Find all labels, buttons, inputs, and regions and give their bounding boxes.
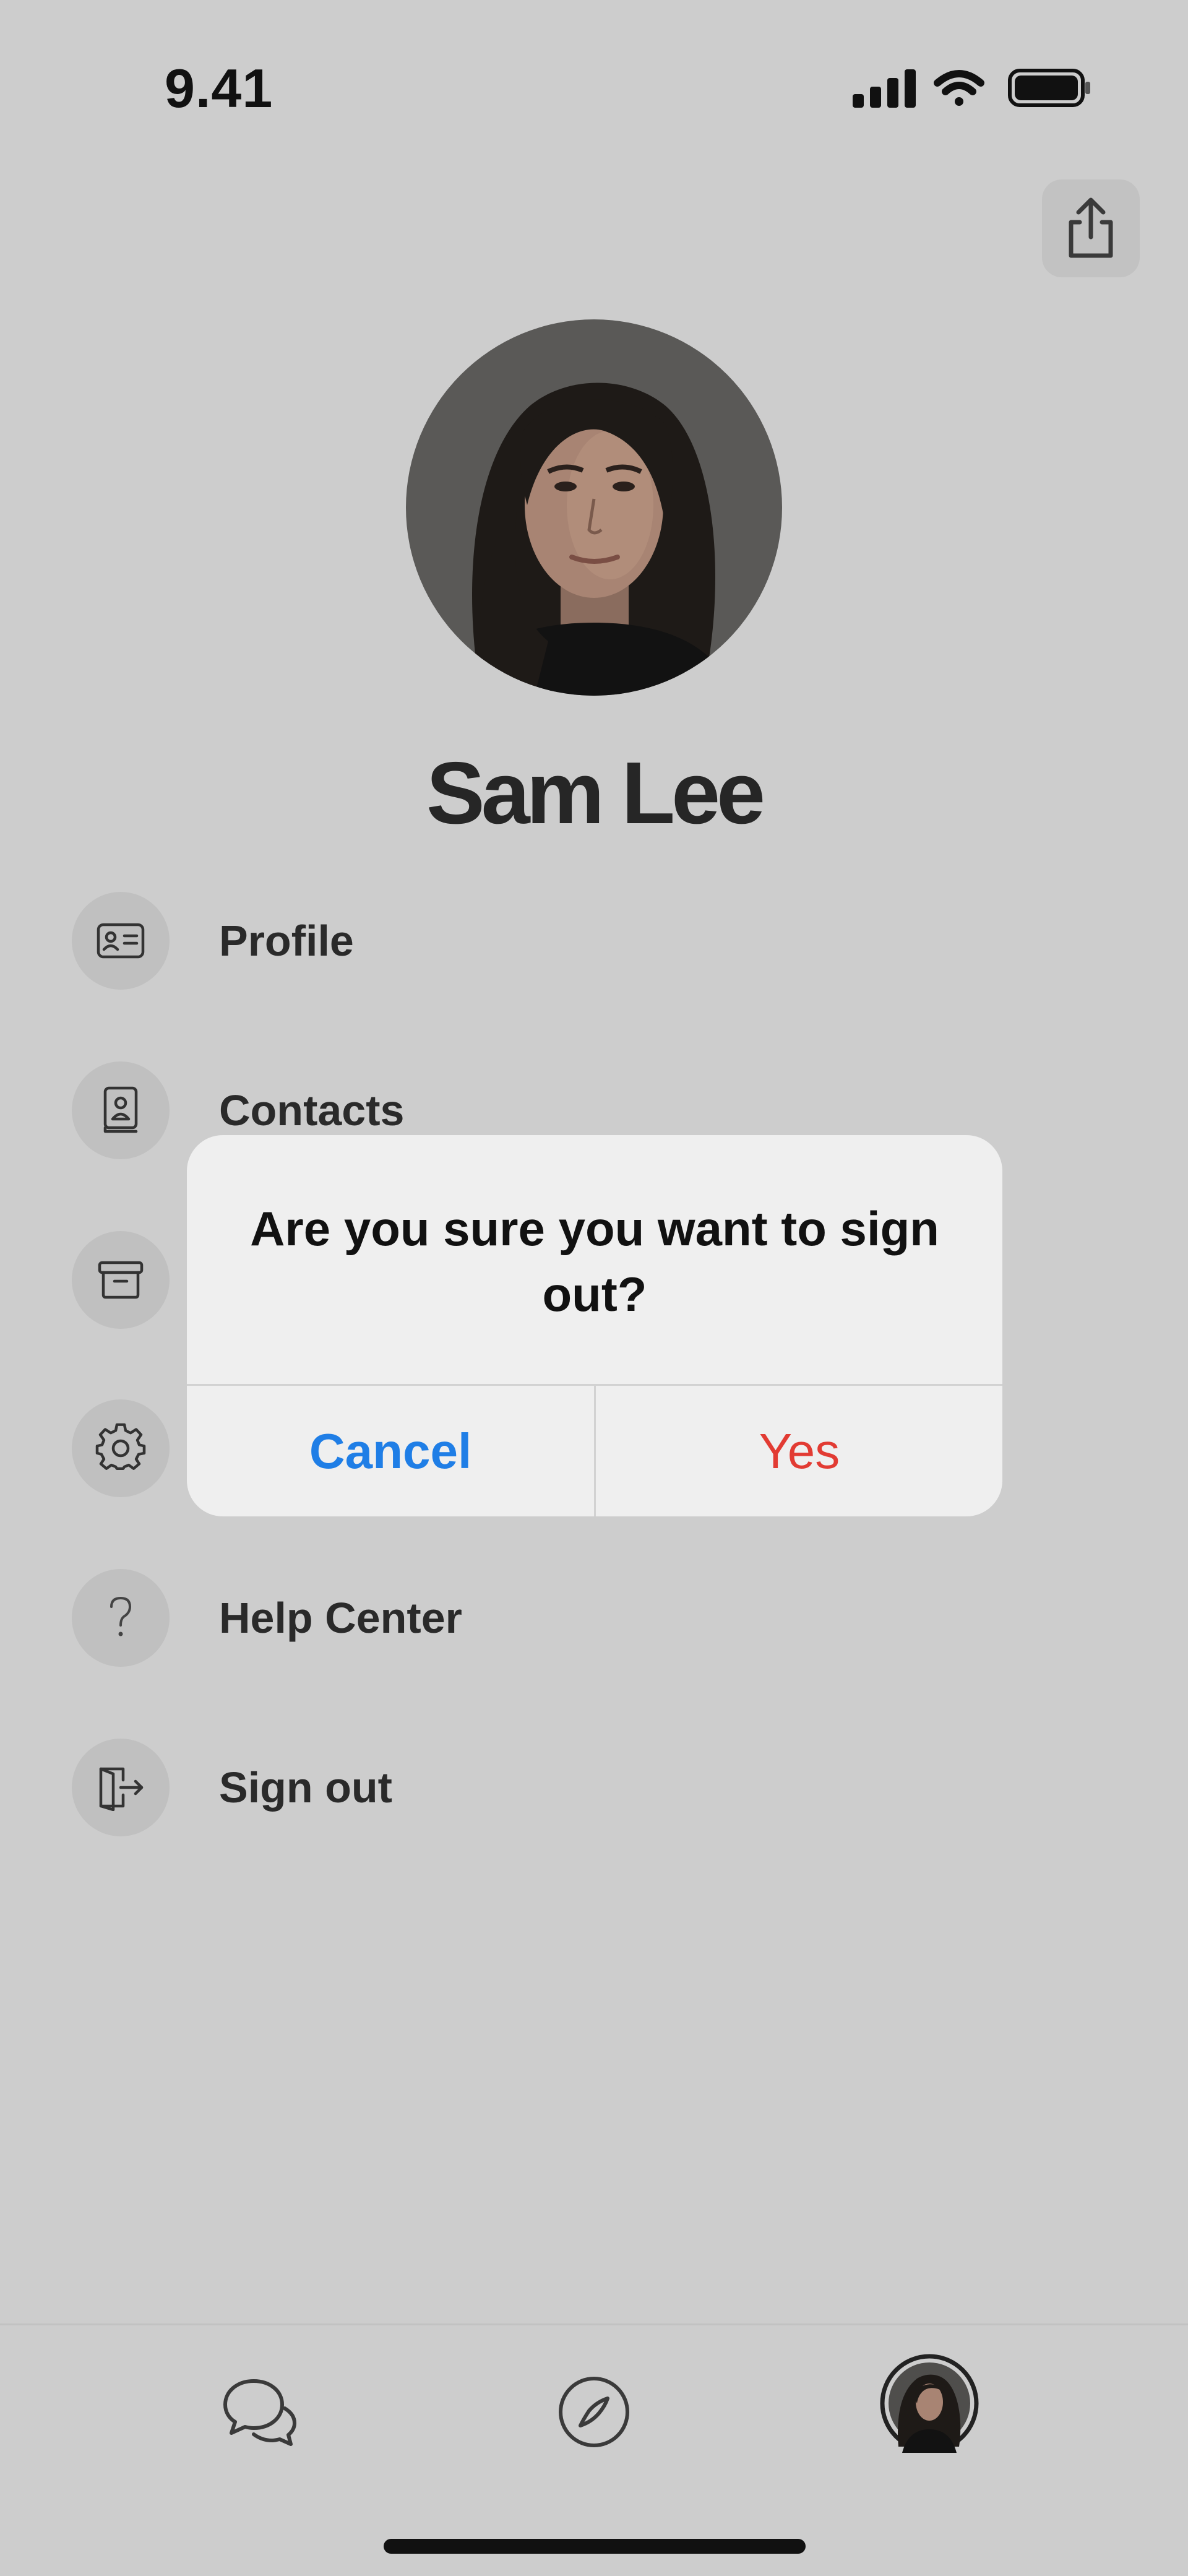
archive-icon (72, 1231, 170, 1329)
chat-bubbles-icon (223, 2379, 296, 2446)
tab-explore[interactable] (551, 2369, 637, 2455)
menu-item-sign-out[interactable]: Sign out (72, 1738, 1124, 1837)
menu-label-contacts: Contacts (219, 1086, 405, 1135)
battery-icon (1008, 69, 1090, 107)
share-icon (1069, 197, 1113, 258)
cancel-button[interactable]: Cancel (187, 1386, 594, 1516)
contact-book-icon (72, 1061, 170, 1159)
question-icon (72, 1569, 170, 1667)
sign-out-icon (72, 1739, 170, 1836)
sign-out-dialog: Are you sure you want to sign out? Cance… (187, 1135, 1002, 1516)
profile-photo (406, 319, 782, 696)
status-time: 9.41 (165, 58, 273, 119)
gear-icon (72, 1399, 170, 1497)
profile-screen: 9.41 Sam Lee Profile Contacts Help Cente… (0, 0, 1188, 2576)
menu-label-help-center: Help Center (219, 1594, 462, 1642)
avatar-icon (880, 2354, 979, 2453)
share-button[interactable] (1042, 179, 1140, 277)
tab-profile[interactable] (880, 2354, 979, 2453)
menu-item-help-center[interactable]: Help Center (72, 1568, 1124, 1667)
user-name: Sam Lee (426, 744, 765, 842)
menu-item-profile[interactable]: Profile (72, 891, 1124, 990)
profile-avatar (406, 319, 782, 696)
menu-label-sign-out: Sign out (219, 1763, 392, 1812)
menu-label-profile: Profile (219, 917, 354, 965)
signal-icon (853, 69, 916, 108)
id-card-icon (72, 892, 170, 990)
confirm-sign-out-button[interactable]: Yes (596, 1386, 1002, 1516)
compass-icon (559, 2377, 629, 2447)
tab-chats[interactable] (217, 2369, 303, 2455)
home-indicator[interactable] (384, 2539, 806, 2554)
status-icons (853, 69, 1090, 108)
wifi-icon (934, 70, 984, 106)
dialog-message: Are you sure you want to sign out? (250, 1201, 939, 1321)
tab-bar (0, 2323, 1188, 2576)
